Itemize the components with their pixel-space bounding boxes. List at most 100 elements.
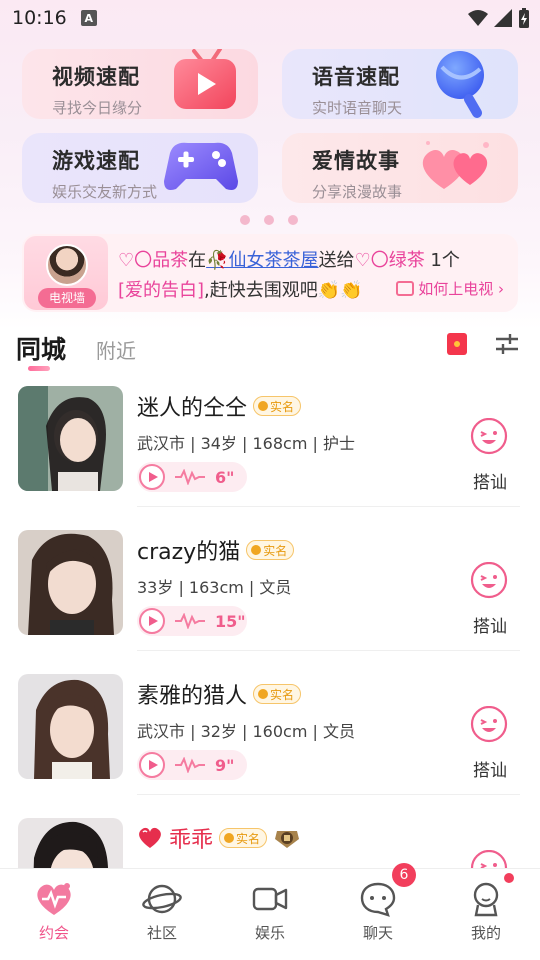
carousel-dot[interactable] xyxy=(288,215,298,225)
list-item[interactable]: crazy的猫 实名 33岁 | 163cm | 文员 15" 搭讪 xyxy=(0,530,540,652)
video-tv-icon xyxy=(174,49,236,109)
status-time: 10:16 xyxy=(12,7,67,29)
signal-icon xyxy=(494,9,512,27)
user-name-row: crazy的猫 实名 xyxy=(137,534,295,566)
tab-nearby[interactable]: 附近 xyxy=(96,335,136,364)
sender-name[interactable]: ♡〇品茶 xyxy=(118,250,188,271)
avatar[interactable] xyxy=(18,674,123,779)
user-name: 迷人的仝仝 xyxy=(137,396,248,421)
tv-wall-label: 电视墙 xyxy=(38,288,96,308)
verified-badge: 实名 xyxy=(219,828,268,848)
user-name-row: 迷人的仝仝 实名 xyxy=(137,390,302,422)
app-notification-icon: A xyxy=(80,10,97,26)
list-item[interactable]: 素雅的猎人 实名 武汉市 | 32岁 | 160cm | 文员 9" 搭讪 xyxy=(0,674,540,796)
tv-icon xyxy=(396,281,415,296)
avatar xyxy=(46,244,88,286)
user-info: 33岁 | 163cm | 文员 xyxy=(137,578,292,597)
receiver-name[interactable]: ♡〇绿茶 xyxy=(355,250,425,271)
filter-icon[interactable] xyxy=(494,332,520,356)
hearts-icon xyxy=(422,141,489,189)
tab-indicator xyxy=(28,366,50,371)
list-tabs: 同城 附近 xyxy=(16,328,524,374)
greet-icon[interactable] xyxy=(470,562,508,600)
nav-item-chat[interactable]: 6 聊天 xyxy=(324,863,432,960)
message-text: ,赶快去围观吧👏👏 xyxy=(204,280,363,301)
carousel-dot[interactable] xyxy=(240,215,250,225)
wifi-icon xyxy=(468,10,488,26)
divider xyxy=(137,506,520,507)
message-text: 送给 xyxy=(318,250,355,271)
verified-label: 实名 xyxy=(270,399,295,414)
nav-item-date[interactable]: 约会 xyxy=(0,869,108,960)
greet-button[interactable]: 搭讪 xyxy=(470,468,510,493)
game-match-card[interactable]: 游戏速配 娱乐交友新方式 xyxy=(22,133,258,203)
user-info: 武汉市 | 34岁 | 168cm | 护士 xyxy=(137,434,355,453)
verified-badge: 实名 xyxy=(246,540,295,560)
profile-icon xyxy=(473,882,499,917)
nav-label: 约会 xyxy=(38,924,69,942)
nav-label: 我的 xyxy=(470,924,501,942)
video-camera-icon xyxy=(252,887,288,911)
divider xyxy=(137,650,520,651)
divider xyxy=(137,794,520,795)
person-icon xyxy=(258,401,269,411)
voice-intro-button[interactable]: 15" xyxy=(137,606,247,636)
carousel-dot[interactable] xyxy=(264,215,274,225)
battery-icon xyxy=(519,8,529,28)
bottom-nav: 约会 社区 娱乐 6 聊天 我的 xyxy=(0,863,540,960)
avatar[interactable] xyxy=(18,530,123,635)
carousel-dots xyxy=(240,215,298,225)
message-text: 在 xyxy=(188,250,207,271)
user-name-row: 乖乖 实名 xyxy=(137,822,301,854)
gift-message-line1: ♡〇品茶在🥀仙女茶茶屋送给♡〇绿茶 1个 xyxy=(118,246,460,272)
verified-badge: 实名 xyxy=(253,396,302,416)
play-icon xyxy=(139,608,165,634)
person-icon xyxy=(224,833,235,843)
list-item[interactable]: 迷人的仝仝 实名 武汉市 | 34岁 | 168cm | 护士 6" 搭讪 xyxy=(0,386,540,508)
nav-item-community[interactable]: 社区 xyxy=(108,869,216,960)
voice-length: 6" xyxy=(215,467,235,487)
gift-message-line2: [爱的告白],赶快去围观吧👏👏 xyxy=(118,276,363,302)
status-icons xyxy=(468,8,530,28)
video-match-card[interactable]: 视频速配 寻找今日缘分 xyxy=(22,49,258,119)
waveform-icon xyxy=(175,757,205,773)
greet-button[interactable]: 搭讪 xyxy=(470,612,510,637)
user-name: crazy的猫 xyxy=(137,540,241,565)
verified-badge: 实名 xyxy=(253,684,302,704)
user-name-row: 素雅的猎人 实名 xyxy=(137,678,302,710)
how-to-tv-link[interactable]: 如何上电视 › xyxy=(396,278,504,299)
waveform-icon xyxy=(175,469,205,485)
play-icon xyxy=(139,464,165,490)
nav-item-entertainment[interactable]: 娱乐 xyxy=(216,869,324,960)
user-info: 武汉市 | 32岁 | 160cm | 文员 xyxy=(137,722,355,741)
room-link[interactable]: 🥀仙女茶茶屋 xyxy=(206,250,318,271)
status-bar: 10:16 A xyxy=(0,0,540,36)
gift-name: [爱的告白] xyxy=(118,280,205,301)
red-packet-icon[interactable] xyxy=(447,333,467,355)
voice-intro-button[interactable]: 6" xyxy=(137,462,247,492)
greet-icon[interactable] xyxy=(470,418,508,456)
tv-wall-banner[interactable]: 电视墙 ♡〇品茶在🥀仙女茶茶屋送给♡〇绿茶 1个 [爱的告白],赶快去围观吧👏👏… xyxy=(22,234,518,312)
nav-label: 聊天 xyxy=(362,924,393,942)
nav-label: 娱乐 xyxy=(254,924,285,942)
rank-badge-icon xyxy=(275,831,300,848)
greet-icon[interactable] xyxy=(470,706,508,744)
notification-dot xyxy=(504,873,514,883)
nav-item-me[interactable]: 我的 xyxy=(432,869,540,960)
verified-label: 实名 xyxy=(270,687,295,702)
user-name: 素雅的猎人 xyxy=(137,684,248,709)
person-icon xyxy=(251,545,262,555)
chat-bubble-icon xyxy=(360,882,396,917)
voice-intro-button[interactable]: 9" xyxy=(137,750,247,780)
greet-button[interactable]: 搭讪 xyxy=(470,756,510,781)
voice-match-card[interactable]: 语音速配 实时语音聊天 xyxy=(282,49,518,119)
voice-length: 15" xyxy=(215,611,246,631)
tv-wall-tile[interactable]: 电视墙 xyxy=(24,236,108,310)
verified-label: 实名 xyxy=(263,543,288,558)
tab-same-city[interactable]: 同城 xyxy=(16,330,66,366)
person-icon xyxy=(258,689,269,699)
avatar[interactable] xyxy=(18,386,123,491)
love-story-card[interactable]: 爱情故事 分享浪漫故事 xyxy=(282,133,518,203)
nav-label: 社区 xyxy=(146,924,177,942)
verified-label: 实名 xyxy=(236,831,261,846)
